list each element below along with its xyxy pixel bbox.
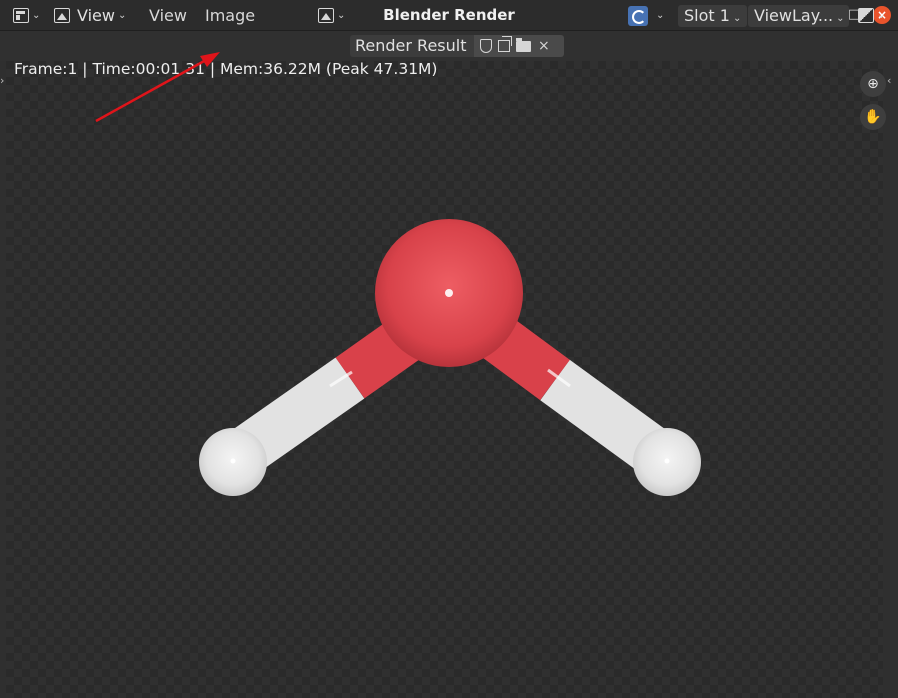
annotation-arrow	[95, 52, 220, 123]
arrow-head	[200, 52, 220, 67]
arrow-shaft	[95, 58, 207, 123]
